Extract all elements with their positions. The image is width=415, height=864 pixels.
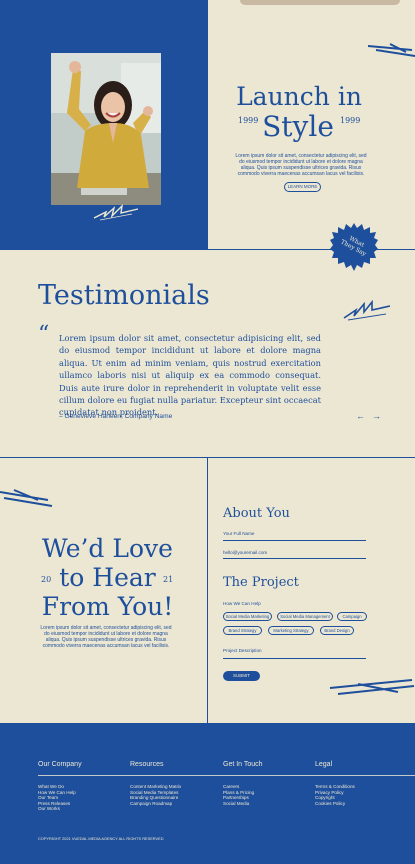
project-description-label: Project Description	[223, 648, 262, 653]
email-field[interactable]	[223, 558, 366, 559]
contact-number-right: 21	[163, 575, 174, 584]
chip-brand-strategy[interactable]: Brand Strategy	[223, 626, 262, 635]
footer-column-resources: Content Marketing Matrix Social Media Te…	[130, 784, 181, 806]
brush-stroke-icon	[329, 679, 415, 695]
signature-scribble-icon	[343, 299, 391, 321]
hero-blue-panel	[0, 6, 208, 250]
footer-heading-legal: Legal	[315, 761, 333, 768]
footer: Our Company Resources Get In Touch Legal…	[0, 723, 415, 864]
chip-brand-design[interactable]: Brand Design	[320, 626, 354, 635]
contact-section: We’d Love to Hear From You! 20 21 Lorem …	[0, 458, 415, 723]
hero-section: Launch in 1999 Style 1999 Lorem ipsum do…	[0, 6, 415, 250]
next-arrow-icon[interactable]: →	[372, 411, 381, 421]
submit-button[interactable]: SUBMIT	[223, 671, 260, 681]
contact-title-line2: to Hear	[59, 563, 156, 592]
brush-stroke-icon	[367, 43, 415, 57]
previous-section-photo-edge	[240, 0, 400, 5]
hero-photo-illustration	[51, 53, 161, 205]
footer-heading-our-company: Our Company	[38, 761, 82, 768]
hero-title-line1: Launch in	[236, 82, 362, 111]
email-field-value[interactable]: hello@youremail.com	[223, 550, 267, 555]
project-heading: The Project	[223, 575, 299, 590]
footer-column-legal: Terms & Conditions Privacy Policy Copyri…	[315, 784, 355, 806]
footer-heading-get-in-touch: Get In Touch	[223, 761, 263, 768]
footer-link[interactable]: Our Works	[38, 806, 76, 812]
contact-body-text: Lorem ipsum dolor sit amet, consectetur …	[40, 625, 172, 649]
about-you-heading: About You	[223, 506, 290, 521]
how-we-can-help-label: How We Can Help	[223, 601, 261, 606]
hero-title-line2: Style	[262, 110, 334, 143]
full-name-field[interactable]	[223, 540, 366, 541]
footer-link[interactable]: Terms & Conditions	[315, 784, 355, 790]
project-description-field[interactable]	[223, 658, 366, 659]
testimonials-section: Testimonials “ Lorem ipsum dolor sit ame…	[0, 250, 415, 458]
chip-campaign[interactable]: Campaign	[337, 612, 367, 621]
footer-column-our-company: What We Do How We Can Help Our Team Pres…	[38, 784, 76, 812]
learn-more-button[interactable]: LEARN MORE	[284, 182, 321, 192]
hero-year-left: 1999	[238, 116, 259, 125]
testimonial-author: – Genevieve Harleen, Company Name	[59, 413, 173, 420]
hero-body-text: Lorem ipsum dolor sit amet, consectetur …	[235, 153, 367, 177]
copyright-text: COPYRIGHT 2021 VUEDAL MEDIA AGENCY ALL R…	[38, 836, 164, 841]
hero-photo-woman-celebrating	[51, 53, 161, 205]
contact-title-line1: We’d Love	[42, 534, 173, 563]
chip-marketing-strategy[interactable]: Marketing Strategy	[268, 626, 314, 635]
testimonials-title: Testimonials	[38, 280, 210, 311]
quote-mark-icon: “	[38, 322, 50, 347]
chip-social-media-management[interactable]: Social Media Management	[277, 612, 333, 621]
brush-stroke-icon	[0, 489, 53, 507]
full-name-label: Your Full Name	[223, 531, 255, 536]
signature-scribble-icon	[93, 204, 139, 221]
footer-column-get-in-touch: Careers Plans & Pricing Partnerships Soc…	[223, 784, 254, 806]
hero-year-right: 1999	[340, 116, 361, 125]
footer-link[interactable]: Branding Questionnaire	[130, 795, 181, 801]
footer-divider	[38, 775, 415, 776]
contact-number-left: 20	[41, 575, 52, 584]
footer-link[interactable]: Cookies Policy	[315, 801, 355, 807]
contact-title: We’d Love to Hear From You!	[30, 534, 185, 621]
testimonial-quote: Lorem ipsum dolor sit amet, consectetur …	[59, 333, 321, 418]
prev-arrow-icon[interactable]: ←	[356, 411, 365, 421]
chip-social-media-marketing[interactable]: Social Media Marketing	[223, 612, 272, 621]
contact-divider	[207, 458, 208, 723]
footer-heading-resources: Resources	[130, 761, 164, 768]
footer-link[interactable]: Campaign Roadmap	[130, 801, 181, 807]
footer-link[interactable]: Social Media	[223, 801, 254, 807]
footer-link[interactable]: Content Marketing Matrix	[130, 784, 181, 790]
contact-title-line3: From You!	[41, 592, 174, 621]
